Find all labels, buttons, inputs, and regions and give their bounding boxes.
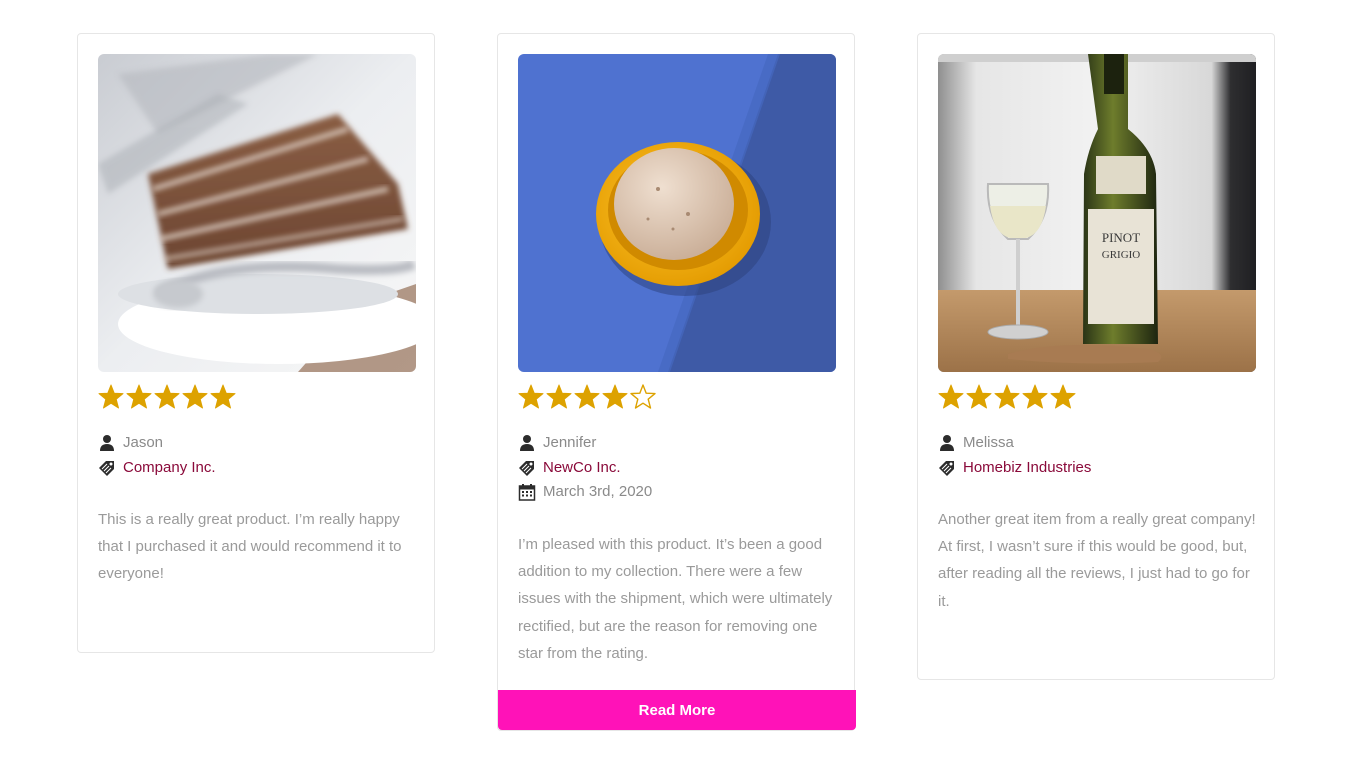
reviewer-row: Jennifer <box>518 431 652 456</box>
reviewer-name: Jason <box>123 434 164 451</box>
review-text: Another great item from a really great c… <box>938 511 1256 610</box>
star-rating <box>98 383 236 411</box>
user-icon <box>938 434 956 452</box>
tags-icon <box>938 459 956 477</box>
star-rating <box>938 383 1076 411</box>
ice-cream-bowl-photo <box>518 54 836 372</box>
company-link[interactable]: Homebiz Industries <box>963 456 1091 481</box>
star-filled-icon <box>1050 384 1076 409</box>
star-filled-icon <box>1022 384 1048 409</box>
read-more-button[interactable]: Read More <box>498 690 856 730</box>
star-filled-icon <box>98 384 124 409</box>
reviewer-row: Melissa <box>938 431 1091 456</box>
review-card: Jennifer NewCo Inc. March 3rd, 2020 I’m … <box>497 33 856 731</box>
reviewer-name: Melissa <box>963 434 1014 451</box>
chocolate-cake-photo <box>98 54 416 372</box>
star-filled-icon <box>994 384 1020 409</box>
review-card: PINOT GRIGIO Melissa Homebiz Industries … <box>917 33 1275 680</box>
star-filled-icon <box>154 384 180 409</box>
star-filled-icon <box>546 384 572 409</box>
star-filled-icon <box>938 384 964 409</box>
review-meta: Melissa Homebiz Industries <box>938 431 1091 480</box>
review-date: March 3rd, 2020 <box>543 483 653 500</box>
review-text: I’m pleased with this product. It’s been… <box>518 536 833 662</box>
company-row: Company Inc. <box>98 456 216 481</box>
star-filled-icon <box>574 384 600 409</box>
star-rating <box>518 383 656 411</box>
star-filled-icon <box>126 384 152 409</box>
user-icon <box>98 434 116 452</box>
review-meta: Jennifer NewCo Inc. March 3rd, 2020 <box>518 431 652 505</box>
review-card: Jason Company Inc. This is a really grea… <box>77 33 435 653</box>
svg-text:GRIGIO: GRIGIO <box>1102 249 1141 261</box>
company-row: Homebiz Industries <box>938 456 1091 481</box>
reviewer-name: Jennifer <box>543 434 597 451</box>
company-link[interactable]: NewCo Inc. <box>543 456 621 481</box>
star-empty-icon <box>630 384 656 409</box>
date-row: March 3rd, 2020 <box>518 480 652 505</box>
star-filled-icon <box>602 384 628 409</box>
star-filled-icon <box>518 384 544 409</box>
wine-bottle-photo: PINOT GRIGIO <box>938 54 1256 372</box>
star-filled-icon <box>182 384 208 409</box>
user-icon <box>518 434 536 452</box>
review-meta: Jason Company Inc. <box>98 431 216 480</box>
svg-text:PINOT: PINOT <box>1102 230 1140 245</box>
tags-icon <box>98 459 116 477</box>
tags-icon <box>518 459 536 477</box>
star-filled-icon <box>966 384 992 409</box>
review-text: This is a really great product. I’m real… <box>98 511 402 583</box>
company-link[interactable]: Company Inc. <box>123 456 216 481</box>
company-row: NewCo Inc. <box>518 456 652 481</box>
reviewer-row: Jason <box>98 431 216 456</box>
star-filled-icon <box>210 384 236 409</box>
calendar-icon <box>518 483 536 501</box>
